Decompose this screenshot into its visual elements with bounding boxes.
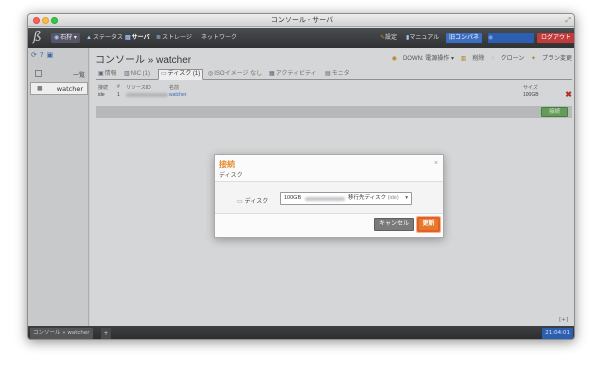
disk-id-redacted (305, 197, 345, 201)
account-button[interactable]: ◉ (488, 33, 534, 43)
status-bar: コンソール » watcher + 21:04:01 (28, 326, 574, 339)
dialog-title: 接続 (219, 160, 235, 169)
zone-selector[interactable]: ◉石狩 ▾ (51, 33, 80, 43)
logout-button[interactable]: ログアウト (537, 33, 574, 43)
disk-icon: ▭ (237, 199, 243, 205)
title-bar: コンソール - サーバ ⤢ (28, 14, 574, 27)
logo-icon: ß (33, 30, 42, 45)
connect-disk-dialog: 接続 ディスク × ▭ ディスク 100GB 移行先ディスク (ide) ▾ キャ… (214, 154, 444, 238)
chevron-down-icon: ▾ (405, 195, 408, 201)
manual-link[interactable]: ▮マニュアル (406, 33, 439, 43)
dialog-body: ▭ ディスク 100GB 移行先ディスク (ide) ▾ (215, 181, 443, 214)
storage-icon: ≣ (156, 35, 162, 41)
nav-network[interactable]: ネットワーク (201, 33, 237, 43)
nav-servers[interactable]: ▤サーバ (125, 33, 150, 43)
dialog-subtitle: ディスク (219, 173, 243, 179)
settings-link[interactable]: ✎設定 (380, 33, 397, 43)
nav-storage[interactable]: ≣ストレージ (156, 33, 192, 43)
globe-icon: ◉ (54, 35, 60, 41)
update-button[interactable]: 更新 (416, 216, 441, 233)
clock: 21:04:01 (542, 328, 573, 339)
server-icon: ▤ (125, 35, 131, 41)
nav-status[interactable]: ▲ステータス (86, 33, 123, 43)
close-icon[interactable]: × (434, 160, 438, 167)
window-title: コンソール - サーバ (270, 17, 334, 24)
app-window: コンソール - サーバ ⤢ ß ◉石狩 ▾ ▲ステータス ▤サーバ ≣ストレージ… (27, 13, 575, 340)
fullscreen-icon[interactable]: ⤢ (565, 16, 571, 25)
console-tab[interactable]: コンソール » watcher (30, 328, 93, 339)
top-navigation: ß ◉石狩 ▾ ▲ステータス ▤サーバ ≣ストレージ ネットワーク ✎設定 ▮マ… (28, 28, 574, 48)
disk-select[interactable]: 100GB 移行先ディスク (ide) ▾ (280, 192, 412, 205)
cancel-button[interactable]: キャンセル (374, 218, 414, 231)
status-icon: ▲ (86, 35, 92, 41)
add-tab-button[interactable]: + (101, 328, 111, 339)
old-console-button[interactable]: 旧コンパネ (446, 33, 483, 43)
disk-field-label: ▭ ディスク (237, 199, 269, 205)
